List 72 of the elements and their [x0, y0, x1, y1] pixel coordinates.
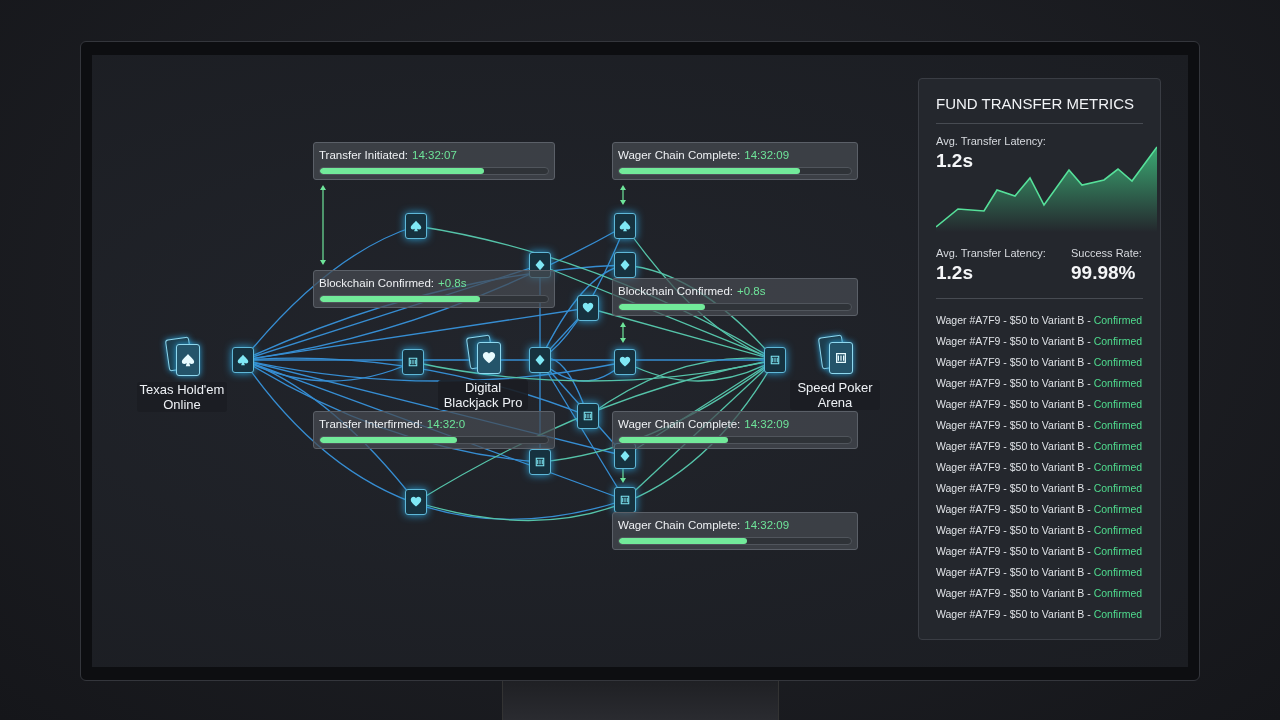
- log-status: Confirmed: [1093, 355, 1143, 370]
- cards-icon: [167, 338, 199, 376]
- log-entry-text: Wager #A7F9 - $50 to Variant B -: [936, 439, 1091, 454]
- double-arrow: [620, 185, 626, 205]
- log-status: Confirmed: [1093, 481, 1143, 496]
- status-label: Blockchain Confirmed:: [319, 276, 435, 291]
- panel-title: FUND TRANSFER METRICS: [936, 94, 1136, 114]
- status-value: 14:32:09: [744, 518, 790, 533]
- metric-label: Avg. Transfer Latency:: [936, 246, 1046, 260]
- log-status: Confirmed: [1093, 460, 1143, 475]
- status-label: Wager Chain Complete:: [618, 148, 741, 163]
- heart-card-icon: [577, 295, 599, 321]
- log-entry-text: Wager #A7F9 - $50 to Variant B -: [936, 586, 1091, 601]
- status-label: Wager Chain Complete:: [618, 518, 741, 533]
- log-entry-text: Wager #A7F9 - $50 to Variant B -: [936, 502, 1091, 517]
- log-entry-text: Wager #A7F9 - $50 to Variant B -: [936, 397, 1091, 412]
- metric-value: 99.98%: [1071, 261, 1137, 285]
- spade-card-icon: [405, 213, 427, 239]
- metric-label: Success Rate:: [1071, 246, 1143, 260]
- status-value: 14:32:0: [426, 417, 466, 432]
- log-entry-text: Wager #A7F9 - $50 to Variant B -: [936, 460, 1091, 475]
- cards-icon: [468, 336, 500, 374]
- log-entry-text: Wager #A7F9 - $50 to Variant B -: [936, 565, 1091, 580]
- log-status: Confirmed: [1093, 523, 1143, 538]
- game-label: Texas Hold'em Online: [137, 382, 227, 412]
- patterned-card-icon: [402, 349, 424, 375]
- status-value: +0.8s: [438, 276, 467, 291]
- status-value: 14:32:09: [744, 148, 790, 163]
- log-status: Confirmed: [1093, 313, 1143, 328]
- patterned-card-icon: [529, 449, 551, 475]
- log-entry-text: Wager #A7F9 - $50 to Variant B -: [936, 313, 1091, 328]
- log-entry-text: Wager #A7F9 - $50 to Variant B -: [936, 523, 1091, 538]
- log-status: Confirmed: [1093, 334, 1143, 349]
- game-label: Digital Blackjack Pro: [438, 380, 528, 410]
- double-arrow: [620, 322, 626, 343]
- log-entry-text: Wager #A7F9 - $50 to Variant B -: [936, 376, 1091, 391]
- log-entry-text: Wager #A7F9 - $50 to Variant B -: [936, 355, 1091, 370]
- status-label: Transfer Initiated:: [319, 148, 409, 163]
- log-entry-text: Wager #A7F9 - $50 to Variant B -: [936, 607, 1091, 622]
- log-status: Confirmed: [1093, 397, 1143, 412]
- patterned-card-icon: [614, 487, 636, 513]
- log-entry-text: Wager #A7F9 - $50 to Variant B -: [936, 481, 1091, 496]
- status-label: Blockchain Confirmed:: [618, 284, 734, 299]
- cards-icon: [820, 336, 852, 374]
- spade-card-icon: [614, 213, 636, 239]
- patterned-card-icon: [764, 347, 786, 373]
- heart-card-icon: [614, 349, 636, 375]
- metric-label: Avg. Transfer Latency:: [936, 134, 1046, 148]
- patterned-card-icon: [577, 403, 599, 429]
- log-status: Confirmed: [1093, 418, 1143, 433]
- diamond-card-icon: [614, 252, 636, 278]
- log-status: Confirmed: [1093, 544, 1143, 559]
- metric-value: 1.2s: [936, 149, 974, 173]
- status-value: 14:32:07: [412, 148, 457, 163]
- status-label: Transfer Interfirmed:: [319, 417, 423, 432]
- metric-value: 1.2s: [936, 261, 974, 285]
- status-label: Wager Chain Complete:: [618, 417, 741, 432]
- log-entry-text: Wager #A7F9 - $50 to Variant B -: [936, 544, 1091, 559]
- log-entry-text: Wager #A7F9 - $50 to Variant B -: [936, 418, 1091, 433]
- log-status: Confirmed: [1093, 607, 1143, 622]
- log-entry-text: Wager #A7F9 - $50 to Variant B -: [936, 334, 1091, 349]
- log-status: Confirmed: [1093, 565, 1143, 580]
- status-value: +0.8s: [737, 284, 766, 299]
- log-status: Confirmed: [1093, 376, 1143, 391]
- heart-card-icon: [405, 489, 427, 515]
- status-value: 14:32:09: [744, 417, 790, 432]
- log-status: Confirmed: [1093, 439, 1143, 454]
- game-label: Speed Poker Arena: [790, 380, 880, 410]
- spade-card-icon: [232, 347, 254, 373]
- diamond-card-icon: [529, 347, 551, 373]
- log-status: Confirmed: [1093, 586, 1143, 601]
- log-status: Confirmed: [1093, 502, 1143, 517]
